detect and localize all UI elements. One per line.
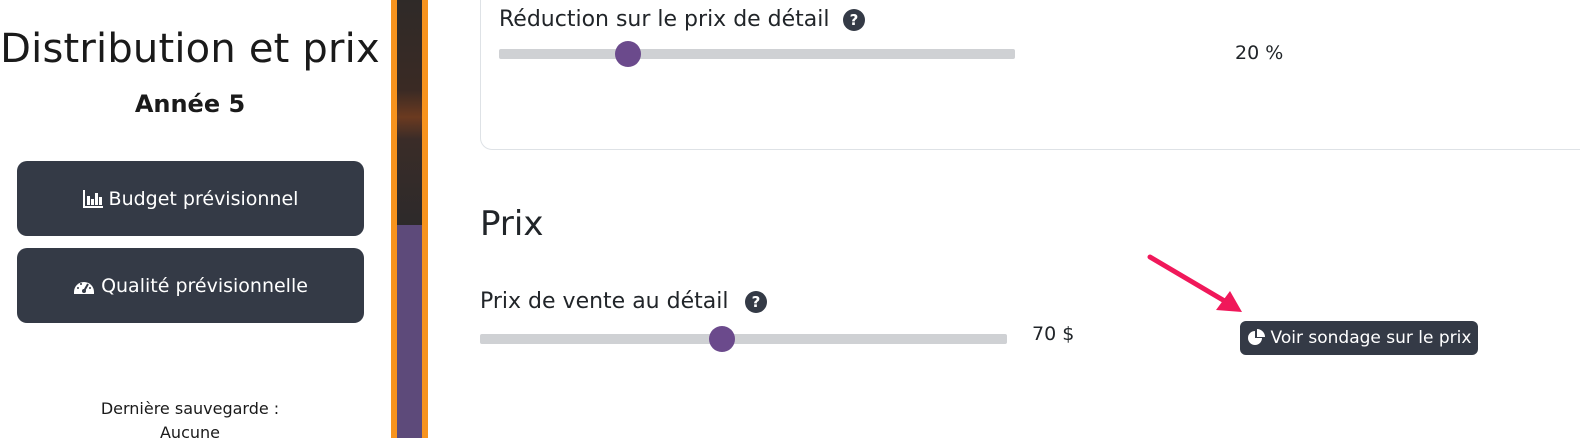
help-icon[interactable]: ?: [744, 290, 768, 314]
page-title: Distribution et prix: [0, 26, 380, 72]
annotation-arrow-icon: [1147, 254, 1242, 312]
svg-text:?: ?: [752, 293, 761, 311]
quality-forecast-button[interactable]: Qualité prévisionnelle: [17, 248, 364, 323]
retail-price-slider-thumb[interactable]: [709, 326, 736, 352]
retail-price-label-row: Prix de vente au détail ?: [480, 289, 768, 314]
discount-label-row: Réduction sur le prix de détail ?: [499, 7, 866, 32]
discount-slider-thumb[interactable]: [615, 41, 641, 67]
last-save-label: Dernière sauvegarde :: [100, 399, 280, 418]
price-section-title: Prix: [480, 204, 544, 244]
chart-bar-icon: [82, 189, 103, 208]
discount-value: 20 %: [1235, 42, 1284, 64]
sidebar: Distribution et prix Année 5 Budget prév…: [0, 0, 391, 438]
help-icon[interactable]: ?: [842, 8, 866, 32]
background-image-strip: [397, 0, 422, 225]
retail-price-slider-track[interactable]: [480, 334, 1007, 344]
quality-forecast-label: Qualité prévisionnelle: [101, 274, 308, 297]
discount-slider-track[interactable]: [499, 49, 1015, 59]
budget-forecast-button[interactable]: Budget prévisionnel: [17, 161, 364, 236]
purple-strip: [397, 225, 422, 438]
pie-chart-icon: [1247, 329, 1265, 347]
budget-forecast-label: Budget prévisionnel: [108, 187, 299, 210]
svg-text:?: ?: [849, 11, 858, 29]
year-subtitle: Année 5: [134, 90, 246, 118]
price-survey-label: Voir sondage sur le prix: [1270, 328, 1472, 348]
retail-price-value: 70 $: [1032, 323, 1075, 345]
gauge-icon: [73, 277, 95, 295]
price-survey-button[interactable]: Voir sondage sur le prix: [1240, 321, 1478, 355]
retail-price-label: Prix de vente au détail: [480, 289, 729, 314]
last-save-value: Aucune: [159, 423, 220, 438]
discount-label: Réduction sur le prix de détail: [499, 7, 830, 32]
